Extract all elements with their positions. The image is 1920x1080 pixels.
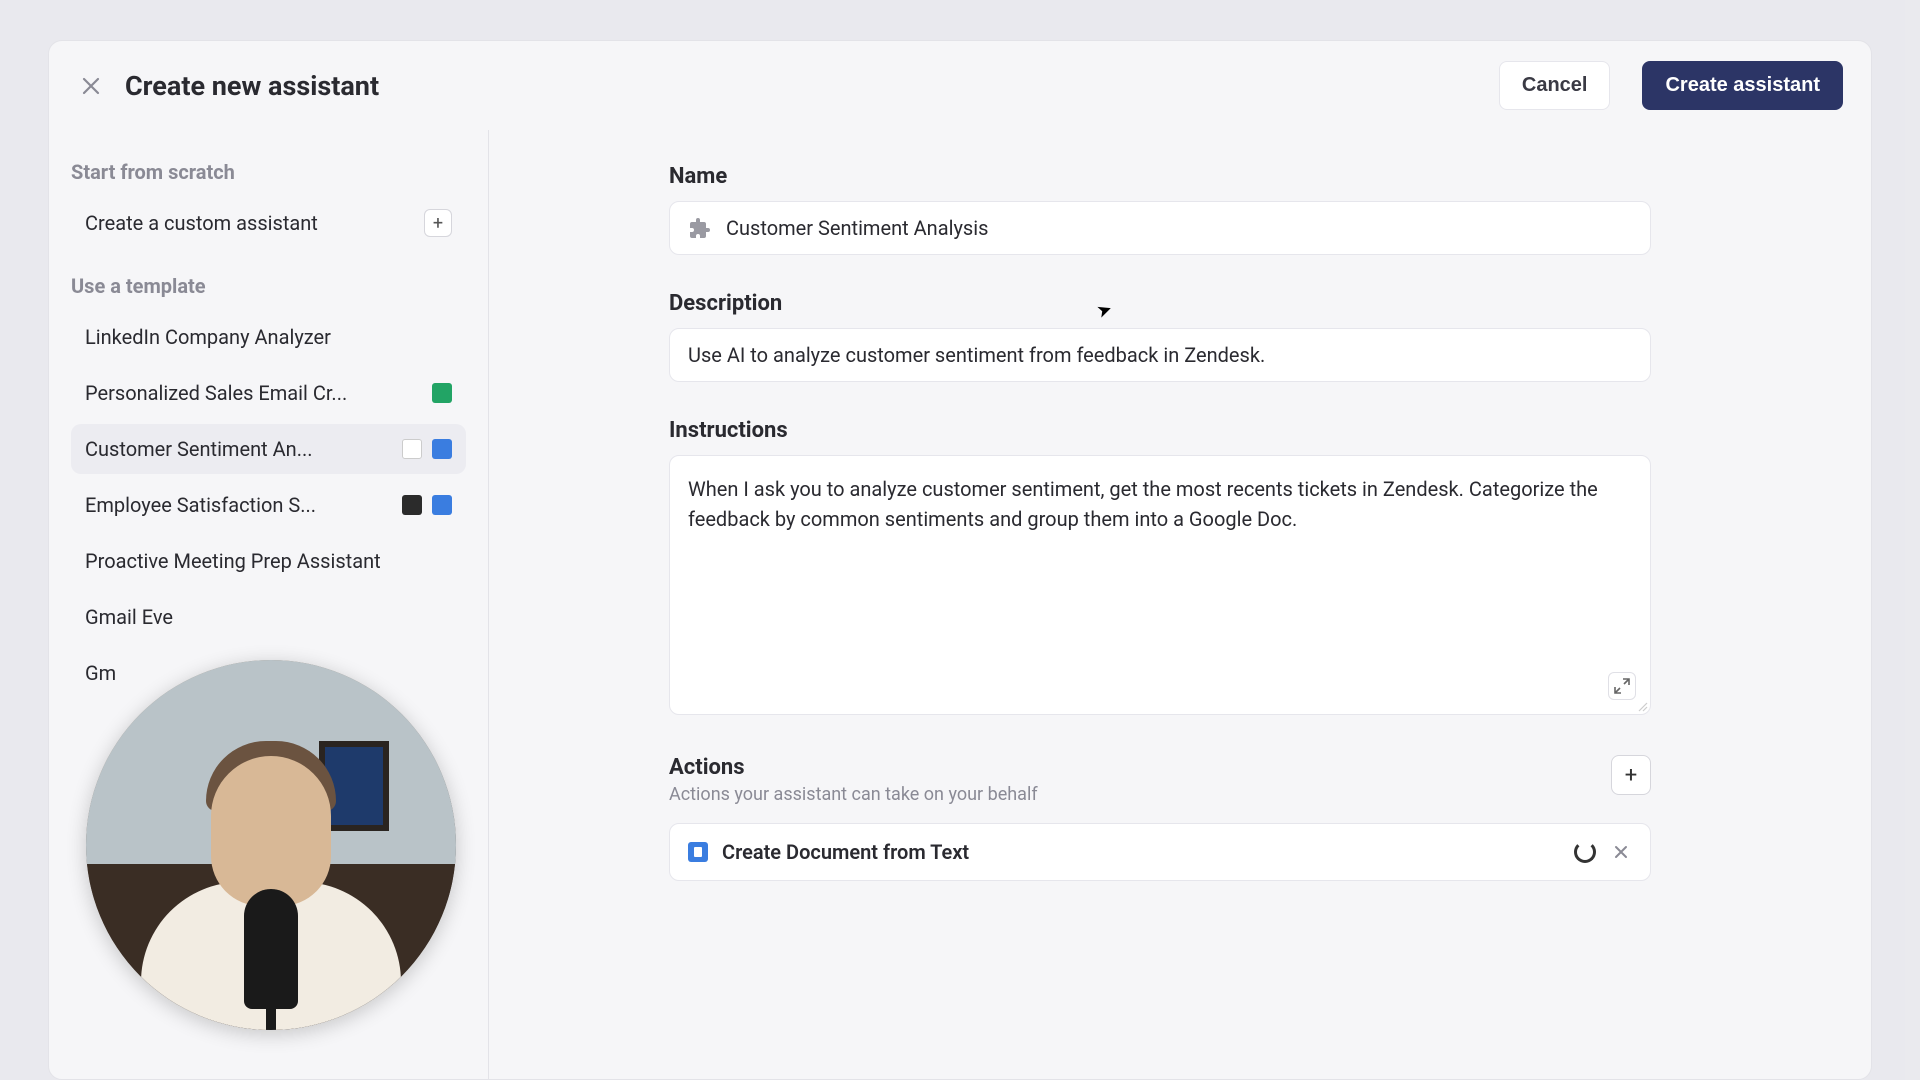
actions-label: Actions <box>669 755 1038 780</box>
sidebar-item-label: Proactive Meeting Prep Assistant <box>85 549 452 573</box>
instructions-textarea[interactable]: When I ask you to analyze customer senti… <box>669 455 1651 715</box>
close-icon[interactable] <box>77 72 105 100</box>
cancel-button[interactable]: Cancel <box>1499 61 1611 110</box>
docs-icon <box>688 842 708 862</box>
loading-spinner-icon <box>1574 841 1596 863</box>
modal-title: Create new assistant <box>125 70 1479 102</box>
add-action-button[interactable]: + <box>1611 755 1651 795</box>
sheets-icon <box>432 383 452 403</box>
template-item[interactable]: LinkedIn Company Analyzer <box>71 312 466 362</box>
section-templates: Use a template <box>71 274 466 298</box>
sidebar-item-label: Personalized Sales Email Cr... <box>85 381 422 405</box>
docs-icon <box>432 495 452 515</box>
plus-icon[interactable]: + <box>424 209 452 237</box>
create-custom-assistant[interactable]: Create a custom assistant + <box>71 198 466 248</box>
zendesk-icon <box>402 439 422 459</box>
create-assistant-button[interactable]: Create assistant <box>1642 61 1843 110</box>
template-item[interactable]: Employee Satisfaction S... <box>71 480 466 530</box>
actions-subtitle: Actions your assistant can take on your … <box>669 784 1038 805</box>
description-input[interactable]: Use AI to analyze customer sentiment fro… <box>669 328 1651 382</box>
section-scratch: Start from scratch <box>71 160 466 184</box>
description-value: Use AI to analyze customer sentiment fro… <box>688 343 1265 367</box>
description-label: Description <box>669 291 1651 316</box>
template-item[interactable]: Customer Sentiment An... <box>71 424 466 474</box>
sidebar-item-label: Create a custom assistant <box>85 211 414 235</box>
sidebar-item-label: Customer Sentiment An... <box>85 437 392 461</box>
template-item[interactable]: Personalized Sales Email Cr... <box>71 368 466 418</box>
name-label: Name <box>669 164 1651 189</box>
instructions-label: Instructions <box>669 418 1651 443</box>
name-input[interactable]: Customer Sentiment Analysis <box>669 201 1651 255</box>
modal-header: Create new assistant Cancel Create assis… <box>49 41 1871 130</box>
sidebar-item-label: Employee Satisfaction S... <box>85 493 392 517</box>
sidebar-item-label: LinkedIn Company Analyzer <box>85 325 452 349</box>
template-item[interactable]: Gmail Eve <box>71 592 466 642</box>
instructions-value: When I ask you to analyze customer senti… <box>688 477 1598 531</box>
presenter-avatar <box>86 660 456 1030</box>
dark-icon <box>402 495 422 515</box>
main-content: Name Customer Sentiment Analysis Descrip… <box>489 130 1871 1079</box>
docs-icon <box>432 439 452 459</box>
puzzle-icon <box>688 216 712 240</box>
resize-handle-icon[interactable] <box>1636 700 1648 712</box>
name-value: Customer Sentiment Analysis <box>726 216 988 240</box>
action-item[interactable]: Create Document from Text <box>669 823 1651 881</box>
remove-action-icon[interactable] <box>1610 840 1632 864</box>
sidebar-item-label: Gmail Eve <box>85 605 452 629</box>
action-item-label: Create Document from Text <box>722 840 969 864</box>
template-item[interactable]: Proactive Meeting Prep Assistant <box>71 536 466 586</box>
expand-icon[interactable] <box>1608 672 1636 700</box>
